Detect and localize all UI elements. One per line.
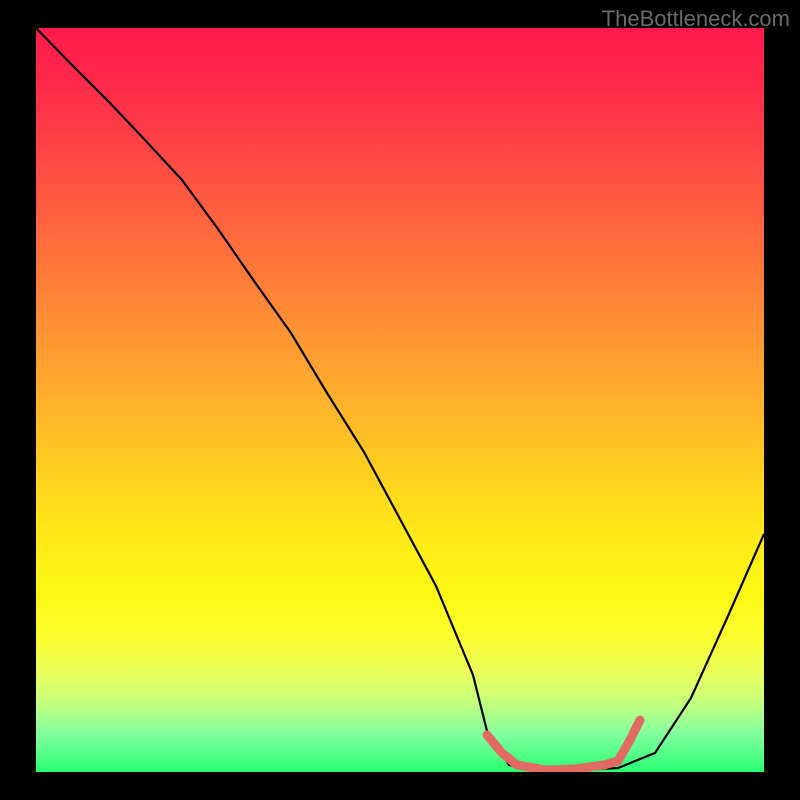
chart-svg (36, 28, 764, 772)
chart-curve-main (36, 28, 764, 772)
chart-curve-optimum-marker (487, 720, 640, 770)
chart-plot-area (36, 28, 764, 772)
watermark-text: TheBottleneck.com (602, 6, 790, 32)
